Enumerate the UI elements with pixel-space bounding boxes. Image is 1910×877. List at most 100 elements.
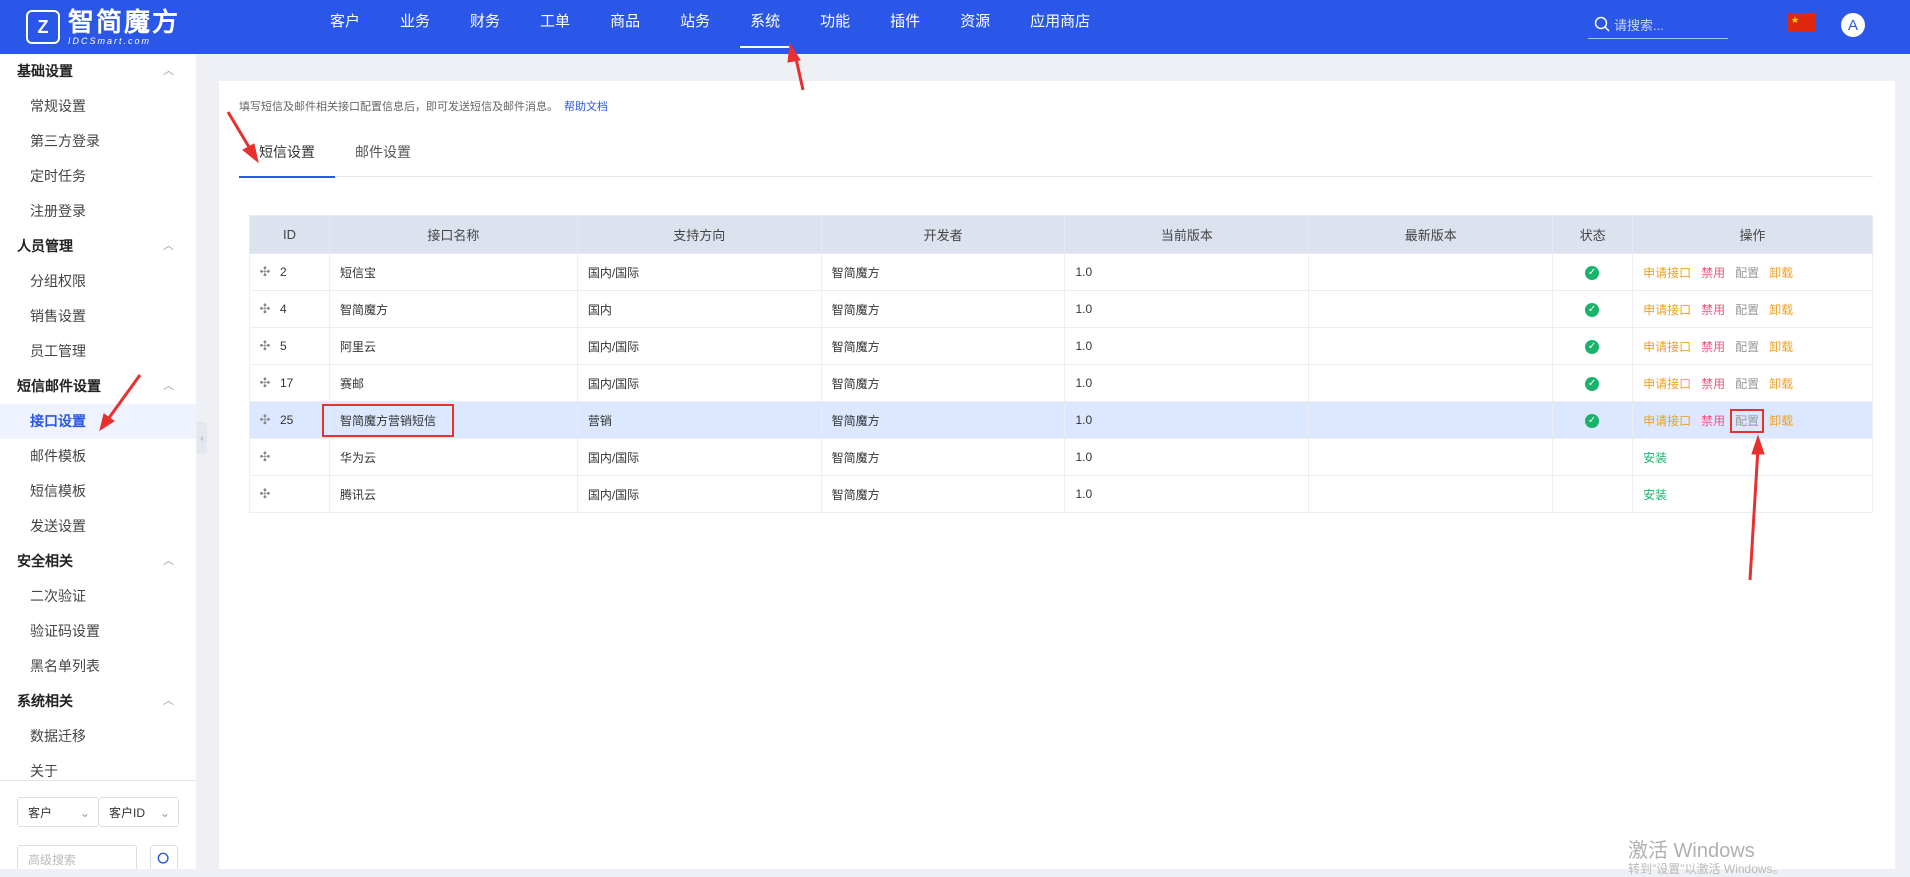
sidebar-item-group-permissions[interactable]: 分组权限 — [0, 264, 196, 299]
apply-interface-link[interactable]: 申请接口 — [1643, 414, 1691, 428]
sidebar-item-captcha[interactable]: 验证码设置 — [0, 614, 196, 649]
sidebar-item-2fa[interactable]: 二次验证 — [0, 579, 196, 614]
sidebar-group-system[interactable]: 系统相关 ︿ — [0, 684, 196, 719]
sidebar-group-security[interactable]: 安全相关 ︿ — [0, 544, 196, 579]
configure-link[interactable]: 配置 — [1730, 408, 1765, 433]
search-icon — [157, 852, 169, 864]
nav-system[interactable]: 系统 — [730, 0, 800, 54]
advanced-search-input[interactable]: 高级搜索 — [17, 845, 137, 869]
apply-interface-link[interactable]: 申请接口 — [1643, 377, 1691, 391]
sidebar-item-sales-settings[interactable]: 销售设置 — [0, 299, 196, 334]
nav-plugins[interactable]: 插件 — [870, 0, 940, 54]
uninstall-link[interactable]: 卸载 — [1769, 340, 1793, 354]
status-enabled-icon: ✓ — [1585, 340, 1600, 354]
drag-handle-icon[interactable]: ✣ — [250, 375, 280, 391]
china-flag-icon[interactable]: ★ — [1788, 13, 1815, 32]
nav-features[interactable]: 功能 — [800, 0, 870, 54]
nav-business[interactable]: 业务 — [380, 0, 450, 54]
uninstall-link[interactable]: 卸载 — [1769, 414, 1793, 428]
sidebar-item-interface-settings[interactable]: 接口设置 — [0, 404, 196, 439]
advanced-search-button[interactable] — [150, 845, 178, 869]
column-header: ID — [249, 215, 330, 254]
row-latest-version — [1308, 475, 1554, 513]
apply-interface-link[interactable]: 申请接口 — [1643, 303, 1691, 317]
sidebar-item-register-login[interactable]: 注册登录 — [0, 194, 196, 229]
row-direction: 营销 — [576, 401, 822, 439]
configure-link[interactable]: 配置 — [1735, 303, 1759, 317]
user-avatar[interactable]: A — [1841, 13, 1865, 37]
column-header: 操作 — [1632, 215, 1873, 254]
tab-email-settings[interactable]: 邮件设置 — [335, 128, 431, 176]
row-name: 短信宝 — [328, 253, 578, 291]
drag-handle-icon[interactable]: ✣ — [250, 486, 280, 502]
sidebar-item-staff-management[interactable]: 员工管理 — [0, 334, 196, 369]
sidebar-item-data-migration[interactable]: 数据迁移 — [0, 719, 196, 754]
global-search[interactable]: 请搜索... — [1588, 10, 1728, 39]
nav-app-store[interactable]: 应用商店 — [1010, 0, 1110, 54]
sidebar-collapse-handle[interactable]: ‹ — [197, 422, 207, 454]
settings-tabs: 短信设置 邮件设置 — [239, 128, 1873, 178]
row-latest-version — [1308, 401, 1554, 439]
search-field-select[interactable]: 客户ID ⌄ — [99, 797, 179, 827]
sidebar-item-cron[interactable]: 定时任务 — [0, 159, 196, 194]
apply-interface-link[interactable]: 申请接口 — [1643, 266, 1691, 280]
configure-link[interactable]: 配置 — [1735, 340, 1759, 354]
disable-link[interactable]: 禁用 — [1701, 414, 1725, 428]
drag-handle-icon[interactable]: ✣ — [250, 338, 280, 354]
row-status — [1552, 475, 1634, 513]
disable-link[interactable]: 禁用 — [1701, 303, 1725, 317]
chevron-up-icon: ︿ — [163, 380, 174, 392]
sidebar-item-sms-templates[interactable]: 短信模板 — [0, 474, 196, 509]
drag-handle-icon[interactable]: ✣ — [250, 264, 280, 280]
row-status — [1552, 438, 1634, 476]
sidebar-group-sms-email[interactable]: 短信邮件设置 ︿ — [0, 369, 196, 404]
apply-interface-link[interactable]: 申请接口 — [1643, 340, 1691, 354]
drag-handle-icon[interactable]: ✣ — [250, 412, 280, 428]
sidebar-item-general[interactable]: 常规设置 — [0, 89, 196, 124]
tab-sms-settings[interactable]: 短信设置 — [239, 128, 335, 178]
chevron-up-icon: ︿ — [163, 555, 174, 567]
nav-site[interactable]: 站务 — [660, 0, 730, 54]
nav-resources[interactable]: 资源 — [940, 0, 1010, 54]
sidebar-item-email-templates[interactable]: 邮件模板 — [0, 439, 196, 474]
sidebar-item-third-party-login[interactable]: 第三方登录 — [0, 124, 196, 159]
drag-handle-icon[interactable]: ✣ — [250, 449, 280, 465]
row-version: 1.0 — [1064, 438, 1310, 476]
help-docs-link[interactable]: 帮助文档 — [564, 101, 608, 113]
nav-products[interactable]: 商品 — [590, 0, 660, 54]
sidebar-group-basic[interactable]: 基础设置 ︿ — [0, 54, 196, 89]
nav-customers[interactable]: 客户 — [310, 0, 380, 54]
sidebar-group-staff[interactable]: 人员管理 ︿ — [0, 229, 196, 264]
install-link[interactable]: 安装 — [1643, 488, 1667, 502]
drag-handle-icon[interactable]: ✣ — [250, 301, 280, 317]
row-id: 17 — [280, 376, 294, 390]
sidebar: 基础设置 ︿ 常规设置 第三方登录 定时任务 注册登录 人员管理 ︿ 分组权限 销售… — [0, 54, 196, 869]
uninstall-link[interactable]: 卸载 — [1769, 266, 1793, 280]
disable-link[interactable]: 禁用 — [1701, 340, 1725, 354]
uninstall-link[interactable]: 卸载 — [1769, 377, 1793, 391]
nav-tickets[interactable]: 工单 — [520, 0, 590, 54]
row-latest-version — [1308, 438, 1554, 476]
disable-link[interactable]: 禁用 — [1701, 266, 1725, 280]
column-header: 状态 — [1552, 215, 1634, 254]
row-direction: 国内/国际 — [576, 364, 822, 402]
row-id: 4 — [280, 302, 287, 316]
table-row: ✣ 华为云 国内/国际 智简魔方 1.0 安装 — [249, 438, 1873, 476]
sidebar-item-send-settings[interactable]: 发送设置 — [0, 509, 196, 544]
install-link[interactable]: 安装 — [1643, 451, 1667, 465]
row-id: 5 — [280, 339, 287, 353]
search-type-select[interactable]: 客户 ⌄ — [17, 797, 99, 827]
configure-link[interactable]: 配置 — [1735, 266, 1759, 280]
configure-link[interactable]: 配置 — [1735, 377, 1759, 391]
uninstall-link[interactable]: 卸载 — [1769, 303, 1793, 317]
logo[interactable]: Z 智简魔方 IDCSmart.com — [26, 9, 180, 45]
info-tip: 填写短信及邮件相关接口配置信息后，即可发送短信及邮件消息。 帮助文档 — [239, 98, 608, 114]
nav-finance[interactable]: 财务 — [450, 0, 520, 54]
row-developer: 智简魔方 — [820, 364, 1066, 402]
row-version: 1.0 — [1064, 327, 1310, 365]
column-header: 最新版本 — [1308, 215, 1554, 254]
chevron-up-icon: ︿ — [163, 695, 174, 707]
main-nav: 客户 业务 财务 工单 商品 站务 系统 功能 插件 资源 应用商店 — [310, 0, 1110, 54]
disable-link[interactable]: 禁用 — [1701, 377, 1725, 391]
sidebar-item-blacklist[interactable]: 黑名单列表 — [0, 649, 196, 684]
